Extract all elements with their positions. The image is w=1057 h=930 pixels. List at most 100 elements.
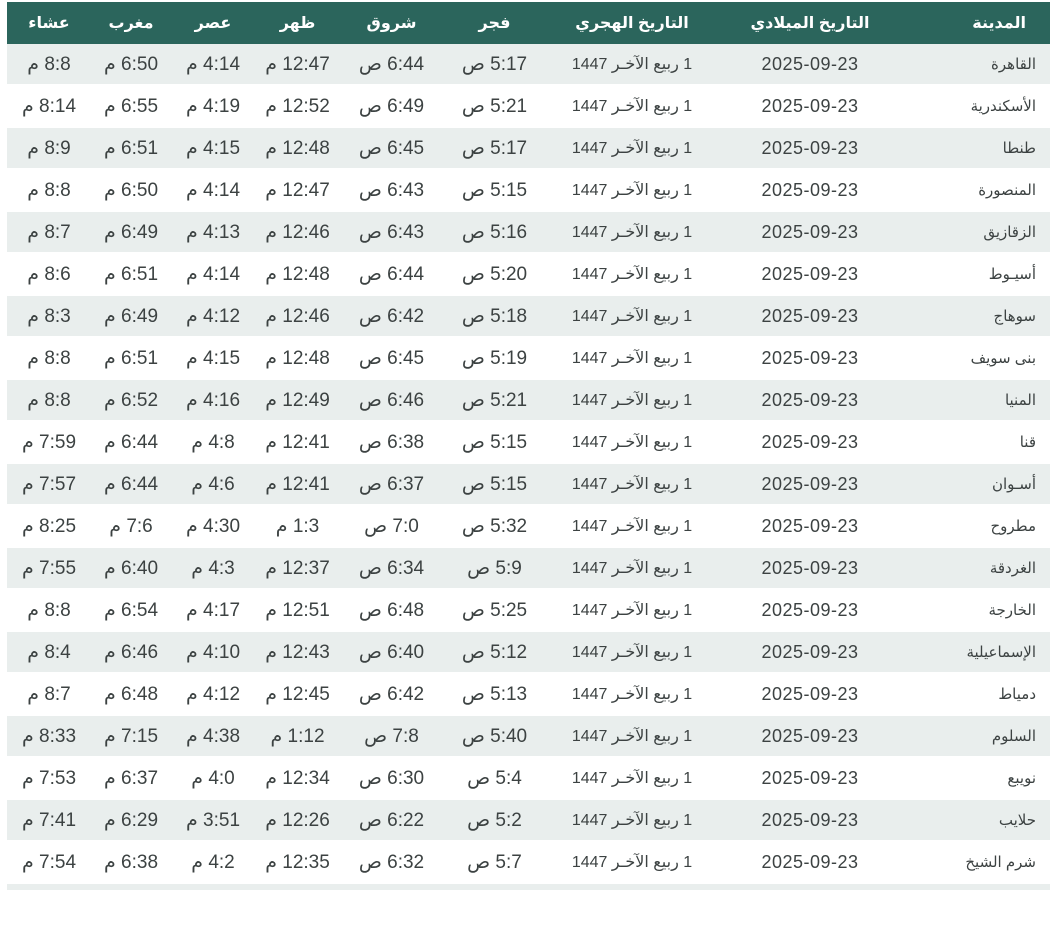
cell-maghrib: 6:51 م <box>91 128 171 170</box>
cell-isha: 8:9 م <box>7 128 91 170</box>
table-row: المنصورة 2025-09-23 1 ربيع الآخـر 1447 5… <box>7 170 1050 212</box>
table-row: أسيـوط 2025-09-23 1 ربيع الآخـر 1447 5:2… <box>7 254 1050 296</box>
cell-shuruq: 6:42 ص <box>340 674 443 716</box>
table-row: الأسكندرية 2025-09-23 1 ربيع الآخـر 1447… <box>7 86 1050 128</box>
table-row: الإسماعيلية 2025-09-23 1 ربيع الآخـر 144… <box>7 632 1050 674</box>
cell-dhuhr: 12:51 م <box>255 590 340 632</box>
cell-isha: 7:59 م <box>7 422 91 464</box>
cell-gregorian: 2025-09-23 <box>718 86 902 128</box>
table-header: المدينة التاريخ الميلادي التاريخ الهجري … <box>7 2 1050 44</box>
cell-hijri: 1 ربيع الآخـر 1447 <box>546 254 718 296</box>
cell-dhuhr: 12:47 م <box>255 170 340 212</box>
cell-hijri: 1 ربيع الآخـر 1447 <box>546 548 718 590</box>
prayer-times-page: المدينة التاريخ الميلادي التاريخ الهجري … <box>0 0 1057 890</box>
cell-hijri: 1 ربيع الآخـر 1447 <box>546 842 718 884</box>
cell-isha: 8:8 م <box>7 380 91 422</box>
cell-city: الأسكندرية <box>902 86 1050 128</box>
cell-isha: 8:8 م <box>7 44 91 86</box>
cell-shuruq: 6:34 ص <box>340 548 443 590</box>
cell-maghrib: 6:49 م <box>91 212 171 254</box>
cell-asr: 3:51 م <box>171 800 255 842</box>
cell-shuruq: 6:48 ص <box>340 590 443 632</box>
cell-maghrib: 6:44 م <box>91 464 171 506</box>
table-row: بنى سويف 2025-09-23 1 ربيع الآخـر 1447 5… <box>7 338 1050 380</box>
cell-asr: 4:14 م <box>171 44 255 86</box>
header-hijri: التاريخ الهجري <box>546 2 718 44</box>
cell-isha: 8:8 م <box>7 590 91 632</box>
cell-asr: 4:17 م <box>171 590 255 632</box>
cell-gregorian: 2025-09-23 <box>718 44 902 86</box>
cell-gregorian: 2025-09-23 <box>718 590 902 632</box>
cell-dhuhr: 12:34 م <box>255 758 340 800</box>
cell-dhuhr: 12:48 م <box>255 128 340 170</box>
cell-gregorian: 2025-09-23 <box>718 464 902 506</box>
cell-city: الغردقة <box>902 548 1050 590</box>
cell-shuruq: 6:37 ص <box>340 464 443 506</box>
cell-city: سوهاج <box>902 296 1050 338</box>
cell-dhuhr: 12:43 م <box>255 632 340 674</box>
cell-isha: 8:4 م <box>7 632 91 674</box>
cell-city: شرم الشيخ <box>902 842 1050 884</box>
cell-dhuhr: 12:26 م <box>255 800 340 842</box>
cell-shuruq: 6:46 ص <box>340 380 443 422</box>
cell-maghrib: 6:44 م <box>91 422 171 464</box>
cell-hijri: 1 ربيع الآخـر 1447 <box>546 632 718 674</box>
cell-dhuhr: 12:48 م <box>255 338 340 380</box>
cell-city: الإسماعيلية <box>902 632 1050 674</box>
cell-city: نويبع <box>902 758 1050 800</box>
cell-dhuhr: 12:52 م <box>255 86 340 128</box>
table-row: المنيا 2025-09-23 1 ربيع الآخـر 1447 5:2… <box>7 380 1050 422</box>
cell-isha: 8:25 م <box>7 506 91 548</box>
header-fajr: فجر <box>443 2 546 44</box>
cell-fajr: 5:20 ص <box>443 254 546 296</box>
cell-city: الزقازيق <box>902 212 1050 254</box>
cell-dhuhr: 12:41 م <box>255 422 340 464</box>
cell-gregorian: 2025-09-23 <box>718 380 902 422</box>
cell-fajr: 5:17 ص <box>443 44 546 86</box>
cell-hijri: 1 ربيع الآخـر 1447 <box>546 716 718 758</box>
cell-hijri: 1 ربيع الآخـر 1447 <box>546 422 718 464</box>
cell-asr: 4:10 م <box>171 632 255 674</box>
table-row: دمياط 2025-09-23 1 ربيع الآخـر 1447 5:13… <box>7 674 1050 716</box>
table-row: مطروح 2025-09-23 1 ربيع الآخـر 1447 5:32… <box>7 506 1050 548</box>
cell-gregorian: 2025-09-23 <box>718 632 902 674</box>
cell-hijri: 1 ربيع الآخـر 1447 <box>546 380 718 422</box>
cell-city: القاهرة <box>902 44 1050 86</box>
cell-isha: 8:14 م <box>7 86 91 128</box>
cell-isha: 7:55 م <box>7 548 91 590</box>
cell-dhuhr: 1:12 م <box>255 716 340 758</box>
cell-shuruq: 6:38 ص <box>340 422 443 464</box>
table-body: القاهرة 2025-09-23 1 ربيع الآخـر 1447 5:… <box>7 44 1050 884</box>
cell-isha: 8:6 م <box>7 254 91 296</box>
cell-isha: 8:8 م <box>7 338 91 380</box>
cell-hijri: 1 ربيع الآخـر 1447 <box>546 758 718 800</box>
cell-isha: 8:8 م <box>7 170 91 212</box>
cell-fajr: 5:25 ص <box>443 590 546 632</box>
table-row: طنطا 2025-09-23 1 ربيع الآخـر 1447 5:17 … <box>7 128 1050 170</box>
cell-maghrib: 6:38 م <box>91 842 171 884</box>
table-row: القاهرة 2025-09-23 1 ربيع الآخـر 1447 5:… <box>7 44 1050 86</box>
cell-fajr: 5:15 ص <box>443 170 546 212</box>
cell-dhuhr: 1:3 م <box>255 506 340 548</box>
prayer-times-table: المدينة التاريخ الميلادي التاريخ الهجري … <box>7 2 1050 884</box>
cell-city: أسيـوط <box>902 254 1050 296</box>
cell-gregorian: 2025-09-23 <box>718 296 902 338</box>
header-asr: عصر <box>171 2 255 44</box>
cell-asr: 4:16 م <box>171 380 255 422</box>
cell-asr: 4:0 م <box>171 758 255 800</box>
cell-fajr: 5:21 ص <box>443 380 546 422</box>
table-row: نويبع 2025-09-23 1 ربيع الآخـر 1447 5:4 … <box>7 758 1050 800</box>
table-row: حلايب 2025-09-23 1 ربيع الآخـر 1447 5:2 … <box>7 800 1050 842</box>
cell-fajr: 5:16 ص <box>443 212 546 254</box>
cell-hijri: 1 ربيع الآخـر 1447 <box>546 44 718 86</box>
cell-gregorian: 2025-09-23 <box>718 758 902 800</box>
cell-asr: 4:8 م <box>171 422 255 464</box>
header-row: المدينة التاريخ الميلادي التاريخ الهجري … <box>7 2 1050 44</box>
cell-hijri: 1 ربيع الآخـر 1447 <box>546 464 718 506</box>
cell-dhuhr: 12:41 م <box>255 464 340 506</box>
cell-city: طنطا <box>902 128 1050 170</box>
table-row: قنا 2025-09-23 1 ربيع الآخـر 1447 5:15 ص… <box>7 422 1050 464</box>
cell-gregorian: 2025-09-23 <box>718 128 902 170</box>
cell-fajr: 5:4 ص <box>443 758 546 800</box>
cell-asr: 4:3 م <box>171 548 255 590</box>
